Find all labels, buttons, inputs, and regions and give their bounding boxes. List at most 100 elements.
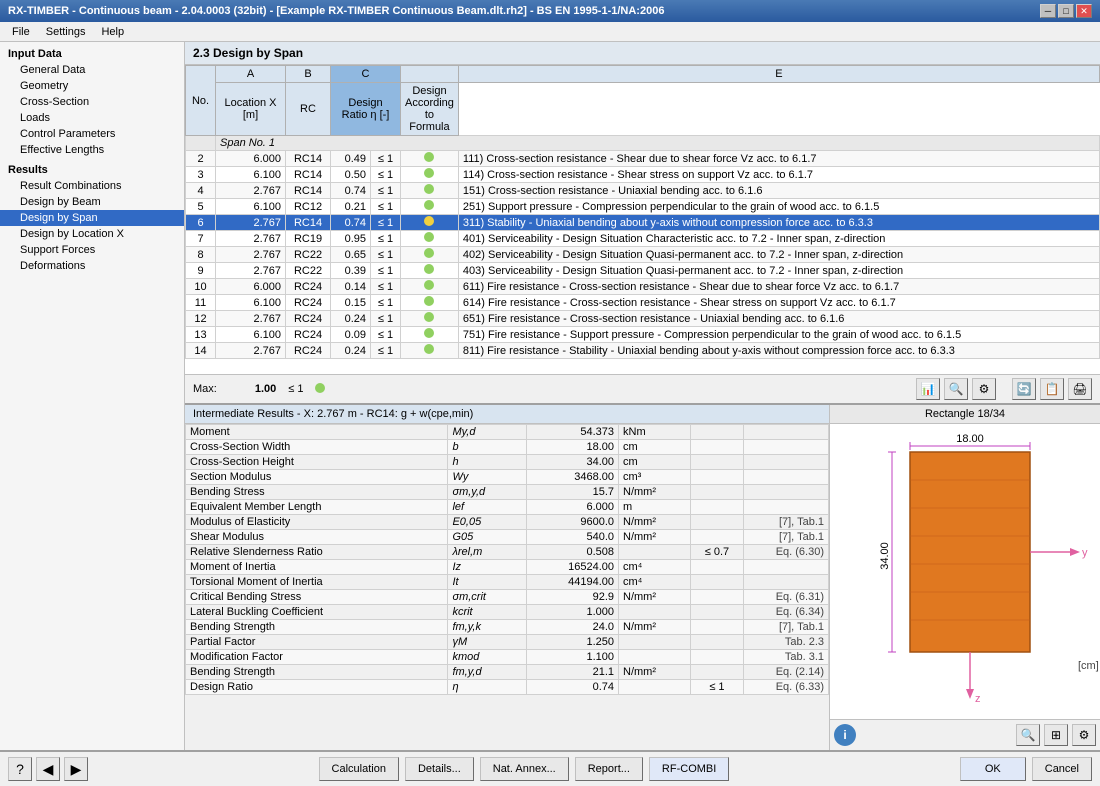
- result-value: 34.00: [527, 455, 619, 470]
- row-ratio: 0.65: [331, 247, 371, 263]
- table-row[interactable]: 13 6.100 RC24 0.09 ≤ 1 751) Fire resista…: [186, 327, 1100, 343]
- sidebar-item-design-by-location[interactable]: Design by Location X: [0, 226, 184, 242]
- table-row[interactable]: 5 6.100 RC12 0.21 ≤ 1 251) Support press…: [186, 199, 1100, 215]
- menu-file[interactable]: File: [4, 24, 38, 40]
- design-table-container[interactable]: No. A B C E Location X [m] RC Design Rat…: [185, 65, 1100, 374]
- result-cond: ≤ 1: [691, 680, 743, 695]
- row-ratio: 0.49: [331, 151, 371, 167]
- table-row[interactable]: 11 6.100 RC24 0.15 ≤ 1 614) Fire resista…: [186, 295, 1100, 311]
- rf-combi-button[interactable]: RF-COMBI: [649, 757, 729, 781]
- nav-next-btn[interactable]: ▶: [64, 757, 88, 781]
- results-row: Bending Strength fm,y,d 21.1 N/mm² Eq. (…: [186, 665, 829, 680]
- print-icon-btn[interactable]: 🖨: [1068, 378, 1092, 400]
- minimize-button[interactable]: ─: [1040, 4, 1056, 18]
- filter-icon-btn[interactable]: 🔍: [944, 378, 968, 400]
- row-le: ≤ 1: [371, 199, 401, 215]
- row-rc: RC24: [286, 279, 331, 295]
- sidebar-item-design-by-span[interactable]: Design by Span: [0, 210, 184, 226]
- row-desc: 311) Stability - Uniaxial bending about …: [458, 215, 1099, 231]
- max-row: Max: 1.00 ≤ 1 📊 🔍 ⚙ 🔄 📋 🖨: [185, 374, 1100, 403]
- sidebar-item-deformations[interactable]: Deformations: [0, 258, 184, 274]
- info-button[interactable]: i: [834, 724, 856, 746]
- result-cond: [691, 650, 743, 665]
- help-icon-btn[interactable]: ?: [8, 757, 32, 781]
- section-title: 2.3 Design by Span: [185, 42, 1100, 65]
- result-ref: Tab. 2.3: [743, 635, 828, 650]
- result-value: 1.250: [527, 635, 619, 650]
- result-value: 44194.00: [527, 575, 619, 590]
- sidebar-item-result-combinations[interactable]: Result Combinations: [0, 178, 184, 194]
- result-label: Moment of Inertia: [186, 560, 448, 575]
- report-button[interactable]: Report...: [575, 757, 643, 781]
- table-row[interactable]: 9 2.767 RC22 0.39 ≤ 1 403) Serviceabilit…: [186, 263, 1100, 279]
- row-dot: [401, 215, 459, 231]
- row-x: 2.767: [216, 343, 286, 359]
- refresh-icon-btn[interactable]: 🔄: [1012, 378, 1036, 400]
- ok-button[interactable]: OK: [960, 757, 1026, 781]
- nat-annex-button[interactable]: Nat. Annex...: [480, 757, 569, 781]
- cs-fit-btn[interactable]: ⊞: [1044, 724, 1068, 746]
- export-icon-btn[interactable]: 📋: [1040, 378, 1064, 400]
- results-row: Partial Factor γM 1.250 Tab. 2.3: [186, 635, 829, 650]
- table-row[interactable]: 3 6.100 RC14 0.50 ≤ 1 114) Cross-section…: [186, 167, 1100, 183]
- table-row[interactable]: 2 6.000 RC14 0.49 ≤ 1 111) Cross-section…: [186, 151, 1100, 167]
- results-table: Moment My,d 54.373 kNm Cross-Section Wid…: [185, 424, 829, 695]
- row-no: 10: [186, 279, 216, 295]
- sidebar-item-loads[interactable]: Loads: [0, 110, 184, 126]
- sidebar-item-effective-lengths[interactable]: Effective Lengths: [0, 142, 184, 158]
- sidebar-item-support-forces[interactable]: Support Forces: [0, 242, 184, 258]
- result-value: 16524.00: [527, 560, 619, 575]
- menu-settings[interactable]: Settings: [38, 24, 94, 40]
- sidebar-item-general-data[interactable]: General Data: [0, 62, 184, 78]
- table-row[interactable]: 4 2.767 RC14 0.74 ≤ 1 151) Cross-section…: [186, 183, 1100, 199]
- details-button[interactable]: Details...: [405, 757, 474, 781]
- calculation-button[interactable]: Calculation: [319, 757, 399, 781]
- window-controls: ─ □ ✕: [1040, 4, 1092, 18]
- sidebar-item-cross-section[interactable]: Cross-Section: [0, 94, 184, 110]
- row-rc: RC14: [286, 167, 331, 183]
- table-row[interactable]: 8 2.767 RC22 0.65 ≤ 1 402) Serviceabilit…: [186, 247, 1100, 263]
- table-row[interactable]: 14 2.767 RC24 0.24 ≤ 1 811) Fire resista…: [186, 343, 1100, 359]
- row-x: 2.767: [216, 311, 286, 327]
- table-row[interactable]: 6 2.767 RC14 0.74 ≤ 1 311) Stability - U…: [186, 215, 1100, 231]
- row-le: ≤ 1: [371, 311, 401, 327]
- cs-zoom-btn[interactable]: 🔍: [1016, 724, 1040, 746]
- results-row: Lateral Buckling Coefficient kcrit 1.000…: [186, 605, 829, 620]
- table-row[interactable]: 10 6.000 RC24 0.14 ≤ 1 611) Fire resista…: [186, 279, 1100, 295]
- row-desc: 751) Fire resistance - Support pressure …: [458, 327, 1099, 343]
- chart-icon-btn[interactable]: 📊: [916, 378, 940, 400]
- close-button[interactable]: ✕: [1076, 4, 1092, 18]
- result-ref: [743, 425, 828, 440]
- row-desc: 151) Cross-section resistance - Uniaxial…: [458, 183, 1099, 199]
- sidebar-item-control-parameters[interactable]: Control Parameters: [0, 126, 184, 142]
- cancel-button[interactable]: Cancel: [1032, 757, 1092, 781]
- cs-settings-btn[interactable]: ⚙: [1072, 724, 1096, 746]
- table-row[interactable]: 12 2.767 RC24 0.24 ≤ 1 651) Fire resista…: [186, 311, 1100, 327]
- row-dot: [401, 183, 459, 199]
- results-section-label: Results: [0, 162, 184, 178]
- result-value: 18.00: [527, 440, 619, 455]
- results-row: Bending Strength fm,y,k 24.0 N/mm² [7], …: [186, 620, 829, 635]
- sidebar-item-design-by-beam[interactable]: Design by Beam: [0, 194, 184, 210]
- table-row-desc: Span No. 1: [216, 136, 1100, 151]
- sidebar-item-geometry[interactable]: Geometry: [0, 78, 184, 94]
- row-ratio: 0.21: [331, 199, 371, 215]
- results-row: Bending Stress σm,y,d 15.7 N/mm²: [186, 485, 829, 500]
- table-row[interactable]: 7 2.767 RC19 0.95 ≤ 1 401) Serviceabilit…: [186, 231, 1100, 247]
- results-row: Section Modulus Wy 3468.00 cm³: [186, 470, 829, 485]
- result-ref: [743, 560, 828, 575]
- nav-prev-btn[interactable]: ◀: [36, 757, 60, 781]
- settings-icon-btn[interactable]: ⚙: [972, 378, 996, 400]
- sidebar: Input Data General Data Geometry Cross-S…: [0, 42, 185, 750]
- menu-help[interactable]: Help: [93, 24, 132, 40]
- result-symbol: kmod: [448, 650, 527, 665]
- col-a-header: A: [216, 66, 286, 83]
- maximize-button[interactable]: □: [1058, 4, 1074, 18]
- results-table-container[interactable]: Moment My,d 54.373 kNm Cross-Section Wid…: [185, 424, 829, 750]
- row-desc: 403) Serviceability - Design Situation Q…: [458, 263, 1099, 279]
- row-no: 14: [186, 343, 216, 359]
- result-unit: [619, 635, 691, 650]
- design-table: No. A B C E Location X [m] RC Design Rat…: [185, 65, 1100, 359]
- result-label: Partial Factor: [186, 635, 448, 650]
- result-label: Lateral Buckling Coefficient: [186, 605, 448, 620]
